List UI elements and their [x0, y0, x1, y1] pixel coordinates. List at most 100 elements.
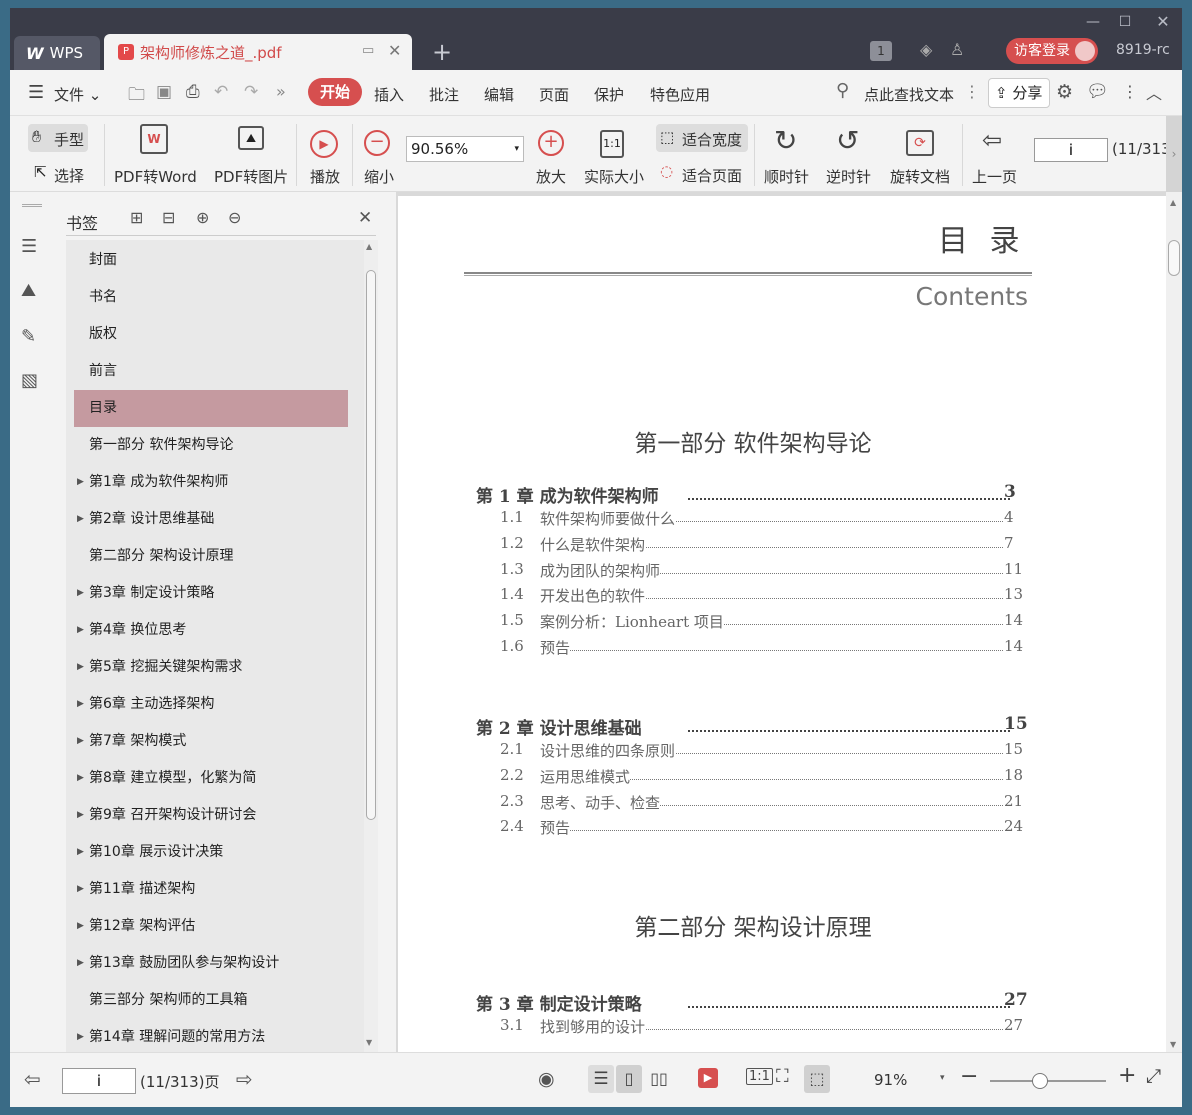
menu-page[interactable]: 页面: [539, 84, 569, 105]
expand-arrow-icon[interactable]: ▶: [77, 908, 84, 945]
bookmark-item[interactable]: ▶ 第3章 制定设计策略: [66, 575, 360, 612]
next-page-icon[interactable]: ⇨: [236, 1067, 253, 1091]
continuous-view-icon[interactable]: ☰: [588, 1065, 614, 1093]
bookmark-list-icon[interactable]: ☰: [21, 236, 37, 257]
maximize-button[interactable]: ☐: [1112, 12, 1138, 32]
bookmark-item[interactable]: 版权: [66, 316, 360, 353]
expand-arrow-icon[interactable]: ▶: [77, 834, 84, 871]
delete-bookmark-icon[interactable]: ⊖: [228, 208, 241, 227]
actual-size-button[interactable]: 1:1 实际大小: [580, 120, 650, 190]
menu-special[interactable]: 特色应用: [650, 84, 710, 105]
rotate-ccw-button[interactable]: ↺ 逆时针: [824, 120, 878, 190]
undo-icon[interactable]: ↶: [214, 82, 228, 102]
zoom-slider-handle[interactable]: [1032, 1073, 1048, 1089]
bookmark-item[interactable]: ▶ 第5章 挖掘关键架构需求: [66, 649, 360, 686]
redo-icon[interactable]: ↷: [244, 82, 258, 102]
expand-arrow-icon[interactable]: ▶: [77, 760, 84, 797]
annotation-icon[interactable]: ✎: [21, 326, 36, 347]
bookmark-item[interactable]: ▶ 第6章 主动选择架构: [66, 686, 360, 723]
minimize-button[interactable]: —: [1080, 12, 1106, 32]
print-icon[interactable]: ⎙: [186, 82, 200, 102]
doc-scroll-down-icon[interactable]: ▼: [1170, 1040, 1176, 1049]
expand-arrow-icon[interactable]: ▶: [77, 723, 84, 760]
bookmark-item[interactable]: ▶ 第13章 鼓励团队参与架构设计: [66, 945, 360, 982]
status-page-input[interactable]: [62, 1068, 136, 1094]
page-number-input[interactable]: [1034, 138, 1108, 162]
fullscreen-icon[interactable]: ⤢: [1146, 1065, 1161, 1087]
tab-close-icon[interactable]: ✕: [388, 41, 401, 60]
expand-arrow-icon[interactable]: ▶: [77, 797, 84, 834]
bookmark-item[interactable]: ▶ 第1章 成为软件架构师: [66, 464, 360, 501]
bookmark-item[interactable]: ▶ 第10章 展示设计决策: [66, 834, 360, 871]
expand-arrow-icon[interactable]: ▶: [77, 501, 84, 538]
bookmark-item[interactable]: ▶ 第9章 召开架构设计研讨会: [66, 797, 360, 834]
toc-chapter-entry[interactable]: 第 2 章 设计思维基础 15: [398, 714, 1166, 739]
bookmark-item[interactable]: 目录: [74, 390, 348, 427]
menu-edit[interactable]: 编辑: [484, 84, 514, 105]
wps-home-tab[interactable]: W WPS: [14, 36, 100, 70]
toc-section-entry[interactable]: 1.6 预告 14: [398, 637, 1166, 661]
play-slideshow-icon[interactable]: ▶: [698, 1068, 718, 1088]
shirt-icon[interactable]: ♙: [950, 40, 964, 59]
collapse-ribbon-icon[interactable]: ︿: [1146, 80, 1162, 104]
toc-section-entry[interactable]: 2.3 思考、动手、检查 21: [398, 791, 1166, 816]
bookmark-item[interactable]: 第二部分 架构设计原理: [66, 538, 360, 575]
rotate-doc-button[interactable]: ⟳ 旋转文档: [888, 120, 958, 190]
doc-scroll-up-icon[interactable]: ▲: [1170, 198, 1176, 207]
collapse-all-icon[interactable]: ⊟: [162, 208, 175, 227]
zoom-out-button[interactable]: − 缩小: [360, 120, 400, 190]
bookmark-item[interactable]: 封面: [66, 242, 360, 279]
bookmark-item[interactable]: ▶ 第7章 架构模式: [66, 723, 360, 760]
eye-protect-icon[interactable]: ◉: [538, 1068, 555, 1090]
toc-section-entry[interactable]: 1.4 开发出色的软件 13: [398, 585, 1166, 609]
fit-page-button[interactable]: ◌ 适合页面: [658, 162, 750, 186]
more-options-icon[interactable]: ⋮: [1122, 82, 1138, 101]
select-tool-button[interactable]: ⇱ 选择: [30, 162, 90, 186]
add-bookmark-icon[interactable]: ⊕: [196, 208, 209, 227]
toc-section-entry[interactable]: 1.5 案例分析：Lionheart 项目 14: [398, 611, 1166, 635]
status-zoom-out-icon[interactable]: −: [960, 1064, 978, 1089]
save-icon[interactable]: ▣: [156, 82, 172, 102]
fit-width-status-icon[interactable]: ⬚: [804, 1065, 830, 1093]
status-zoom-in-icon[interactable]: +: [1118, 1063, 1136, 1088]
skin-icon[interactable]: ◈: [920, 40, 932, 59]
fit-page-status-icon[interactable]: ⛶: [776, 1066, 789, 1087]
expand-all-icon[interactable]: ⊞: [130, 208, 143, 227]
settings-icon[interactable]: ⚙: [1056, 81, 1073, 103]
expand-arrow-icon[interactable]: ▶: [77, 871, 84, 908]
rotate-cw-button[interactable]: ↻ 顺时针: [762, 120, 816, 190]
thumbnail-icon[interactable]: ⛰︎: [21, 280, 36, 301]
bookmark-item[interactable]: ▶ 第11章 描述架构: [66, 871, 360, 908]
file-menu[interactable]: 文件 ⌄: [54, 84, 101, 105]
toc-chapter-entry[interactable]: 第 3 章 制定设计策略 27: [398, 990, 1166, 1015]
bookmark-item[interactable]: ▶ 第8章 建立模型，化繁为简: [66, 760, 360, 797]
toc-section-entry[interactable]: 2.4 预告 24: [398, 817, 1166, 841]
prev-page-button[interactable]: ⇦ 上一页: [970, 120, 1024, 190]
bookmark-item[interactable]: ▶ 第14章 理解问题的常用方法: [66, 1019, 360, 1052]
toc-section-entry[interactable]: 3.1 找到够用的设计 27: [398, 1016, 1166, 1040]
play-button[interactable]: ▶ 播放: [306, 120, 346, 190]
toc-chapter-entry[interactable]: 第 1 章 成为软件架构师 3: [398, 482, 1166, 507]
actual-size-status-icon[interactable]: 1:1: [746, 1068, 773, 1085]
expand-arrow-icon[interactable]: ▶: [77, 464, 84, 501]
bookmark-item[interactable]: 第三部分 架构师的工具箱: [66, 982, 360, 1019]
bookmark-item[interactable]: 书名: [66, 279, 360, 316]
menu-start[interactable]: 开始: [308, 78, 362, 106]
single-page-icon[interactable]: ▯: [616, 1065, 642, 1093]
expand-arrow-icon[interactable]: ▶: [77, 945, 84, 982]
hamburger-icon[interactable]: ☰: [28, 82, 44, 103]
document-tab[interactable]: P 架构师修炼之道_.pdf ▭ ✕: [104, 34, 412, 70]
close-window-button[interactable]: ✕: [1150, 12, 1176, 32]
image-extract-icon[interactable]: ▧: [21, 370, 38, 391]
menu-kebab-icon[interactable]: ⋮: [964, 82, 980, 101]
expand-arrow-icon[interactable]: ▶: [77, 686, 84, 723]
close-panel-icon[interactable]: ✕: [358, 208, 372, 228]
expand-arrow-icon[interactable]: ▶: [77, 1019, 84, 1052]
bookmark-item[interactable]: ▶ 第4章 换位思考: [66, 612, 360, 649]
find-text[interactable]: 点此查找文本: [864, 84, 954, 105]
bookmark-item[interactable]: 第一部分 软件架构导论: [66, 427, 360, 464]
toc-section-entry[interactable]: 1.2 什么是软件架构 7: [398, 533, 1166, 558]
new-tab-button[interactable]: +: [432, 38, 452, 66]
scroll-thumb[interactable]: [366, 270, 376, 820]
doc-scroll-thumb[interactable]: [1168, 240, 1180, 276]
